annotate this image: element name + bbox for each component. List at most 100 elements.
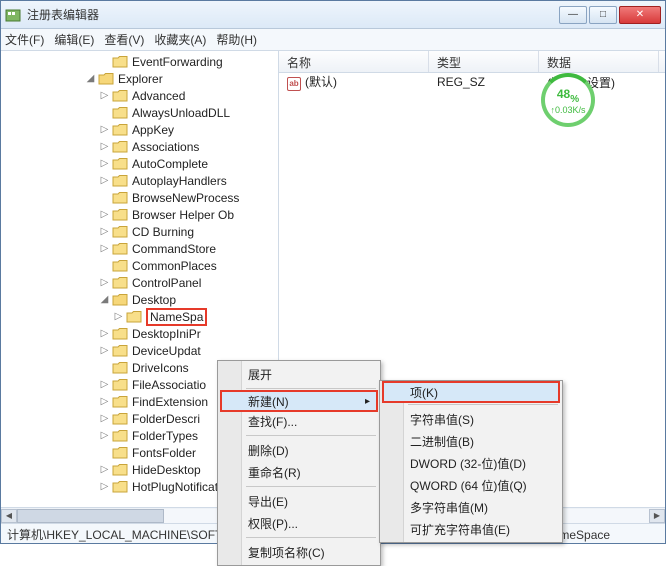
ctx-new-key[interactable]: 项(K) xyxy=(382,381,560,403)
folder-open-icon xyxy=(98,72,114,86)
tree-node-label: CD Burning xyxy=(132,225,194,239)
expand-toggle-icon[interactable]: ◢ xyxy=(99,294,110,305)
ctx-new-binary[interactable]: 二进制值(B) xyxy=(382,430,560,452)
ctx-export[interactable]: 导出(E) xyxy=(220,490,378,512)
tree-node-label: FolderDescri xyxy=(132,412,200,426)
tree-node[interactable]: ◢ Explorer xyxy=(1,70,278,87)
folder-icon xyxy=(112,378,128,392)
maximize-button[interactable]: □ xyxy=(589,6,617,24)
ctx-find[interactable]: 查找(F)... xyxy=(220,410,378,432)
separator xyxy=(408,404,558,405)
expand-toggle-icon[interactable]: ▷ xyxy=(99,226,110,237)
tree-node[interactable]: ▷AppKey xyxy=(1,121,278,138)
tree-node-label: Desktop xyxy=(132,293,176,307)
titlebar[interactable]: 注册表编辑器 — □ ✕ xyxy=(1,1,665,29)
expand-toggle-icon[interactable]: ▷ xyxy=(99,90,110,101)
tree-node-label: Advanced xyxy=(132,89,185,103)
expand-toggle-icon[interactable]: ◢ xyxy=(85,73,96,84)
tree-node[interactable]: EventForwarding xyxy=(1,53,278,70)
col-data[interactable]: 数据 xyxy=(539,51,659,72)
folder-icon xyxy=(112,242,128,256)
expand-toggle-icon[interactable]: ▷ xyxy=(99,277,110,288)
folder-icon xyxy=(112,395,128,409)
expand-toggle-icon[interactable]: ▷ xyxy=(99,158,110,169)
expand-toggle-icon[interactable]: ▷ xyxy=(99,481,110,492)
menu-file[interactable]: 文件(F) xyxy=(5,31,44,48)
menu-edit[interactable]: 编辑(E) xyxy=(54,31,94,48)
ctx-new-expand[interactable]: 可扩充字符串值(E) xyxy=(382,518,560,540)
expand-toggle-icon[interactable]: ▷ xyxy=(99,124,110,135)
expand-toggle-icon[interactable]: ▷ xyxy=(113,311,124,322)
tree-node[interactable]: ▷CommandStore xyxy=(1,240,278,257)
menu-favorites[interactable]: 收藏夹(A) xyxy=(154,31,206,48)
tree-node-label: HideDesktop xyxy=(132,463,201,477)
tree-node[interactable]: ▷ Advanced xyxy=(1,87,278,104)
tree-node-label: CommonPlaces xyxy=(132,259,217,273)
expand-toggle-icon[interactable]: ▷ xyxy=(99,175,110,186)
ctx-new-dword[interactable]: DWORD (32-位)值(D) xyxy=(382,452,560,474)
expand-toggle-icon[interactable]: ▷ xyxy=(99,209,110,220)
folder-icon xyxy=(112,344,128,358)
separator xyxy=(246,435,376,436)
expand-toggle-icon[interactable]: ▷ xyxy=(99,345,110,356)
tree-node-label: BrowseNewProcess xyxy=(132,191,239,205)
folder-icon xyxy=(112,191,128,205)
close-button[interactable]: ✕ xyxy=(619,6,661,24)
tree-node-label: DeviceUpdat xyxy=(132,344,201,358)
ctx-delete[interactable]: 删除(D) xyxy=(220,439,378,461)
expand-toggle-icon[interactable]: ▷ xyxy=(99,396,110,407)
ctx-new-multi[interactable]: 多字符串值(M) xyxy=(382,496,560,518)
speed-percent: 48% xyxy=(557,85,579,105)
col-type[interactable]: 类型 xyxy=(429,51,539,72)
ctx-rename[interactable]: 重命名(R) xyxy=(220,461,378,483)
tree-node-label: AutoplayHandlers xyxy=(132,174,227,188)
tree-node[interactable]: AlwaysUnloadDLL xyxy=(1,104,278,121)
ctx-new[interactable]: 新建(N)▸ xyxy=(220,390,378,412)
scroll-left-button[interactable]: ◀ xyxy=(1,509,17,523)
expand-toggle-icon[interactable]: ▷ xyxy=(99,141,110,152)
list-row[interactable]: ab(默认)REG_SZ(数值未设置) xyxy=(279,73,665,91)
tree-node[interactable]: ▷Browser Helper Ob xyxy=(1,206,278,223)
expand-toggle-icon[interactable]: ▷ xyxy=(99,243,110,254)
menu-view[interactable]: 查看(V) xyxy=(104,31,144,48)
menu-help[interactable]: 帮助(H) xyxy=(216,31,257,48)
tree-node[interactable]: ▷AutoComplete xyxy=(1,155,278,172)
tree-node[interactable]: CommonPlaces xyxy=(1,257,278,274)
context-submenu-new: 项(K) 字符串值(S) 二进制值(B) DWORD (32-位)值(D) QW… xyxy=(379,380,563,543)
string-value-icon: ab xyxy=(287,77,301,91)
tree-node[interactable]: ▷ DeviceUpdat xyxy=(1,342,278,359)
folder-icon xyxy=(112,276,128,290)
tree-node[interactable]: ◢ Desktop xyxy=(1,291,278,308)
ctx-new-qword[interactable]: QWORD (64 位)值(Q) xyxy=(382,474,560,496)
folder-icon xyxy=(112,174,128,188)
folder-icon xyxy=(112,429,128,443)
window-buttons: — □ ✕ xyxy=(559,6,661,24)
ctx-expand[interactable]: 展开 xyxy=(220,363,378,385)
tree-node[interactable]: ▷ AutoplayHandlers xyxy=(1,172,278,189)
expand-toggle-icon[interactable]: ▷ xyxy=(99,328,110,339)
expand-toggle-icon[interactable]: ▷ xyxy=(99,430,110,441)
folder-icon xyxy=(112,361,128,375)
tree-node[interactable]: ▷Associations xyxy=(1,138,278,155)
ctx-permissions[interactable]: 权限(P)... xyxy=(220,512,378,534)
tree-node[interactable]: BrowseNewProcess xyxy=(1,189,278,206)
tree-node[interactable]: ▷ CD Burning xyxy=(1,223,278,240)
ctx-copyname[interactable]: 复制项名称(C) xyxy=(220,541,378,563)
folder-icon xyxy=(112,106,128,120)
tree-node[interactable]: ▷ NameSpa xyxy=(1,308,278,325)
folder-icon xyxy=(112,123,128,137)
col-name[interactable]: 名称 xyxy=(279,51,429,72)
expand-toggle-icon[interactable]: ▷ xyxy=(99,379,110,390)
folder-icon xyxy=(112,208,128,222)
tree-node[interactable]: ▷DesktopIniPr xyxy=(1,325,278,342)
scroll-right-button[interactable]: ▶ xyxy=(649,509,665,523)
expand-toggle-icon[interactable]: ▷ xyxy=(99,464,110,475)
ctx-new-string[interactable]: 字符串值(S) xyxy=(382,408,560,430)
expand-toggle-icon[interactable]: ▷ xyxy=(99,413,110,424)
tree-node-label: Explorer xyxy=(118,72,163,86)
tree-node[interactable]: ▷ControlPanel xyxy=(1,274,278,291)
minimize-button[interactable]: — xyxy=(559,6,587,24)
scroll-thumb[interactable] xyxy=(17,509,164,523)
tree-node-label: NameSpa xyxy=(146,308,207,326)
window-title: 注册表编辑器 xyxy=(27,6,99,23)
